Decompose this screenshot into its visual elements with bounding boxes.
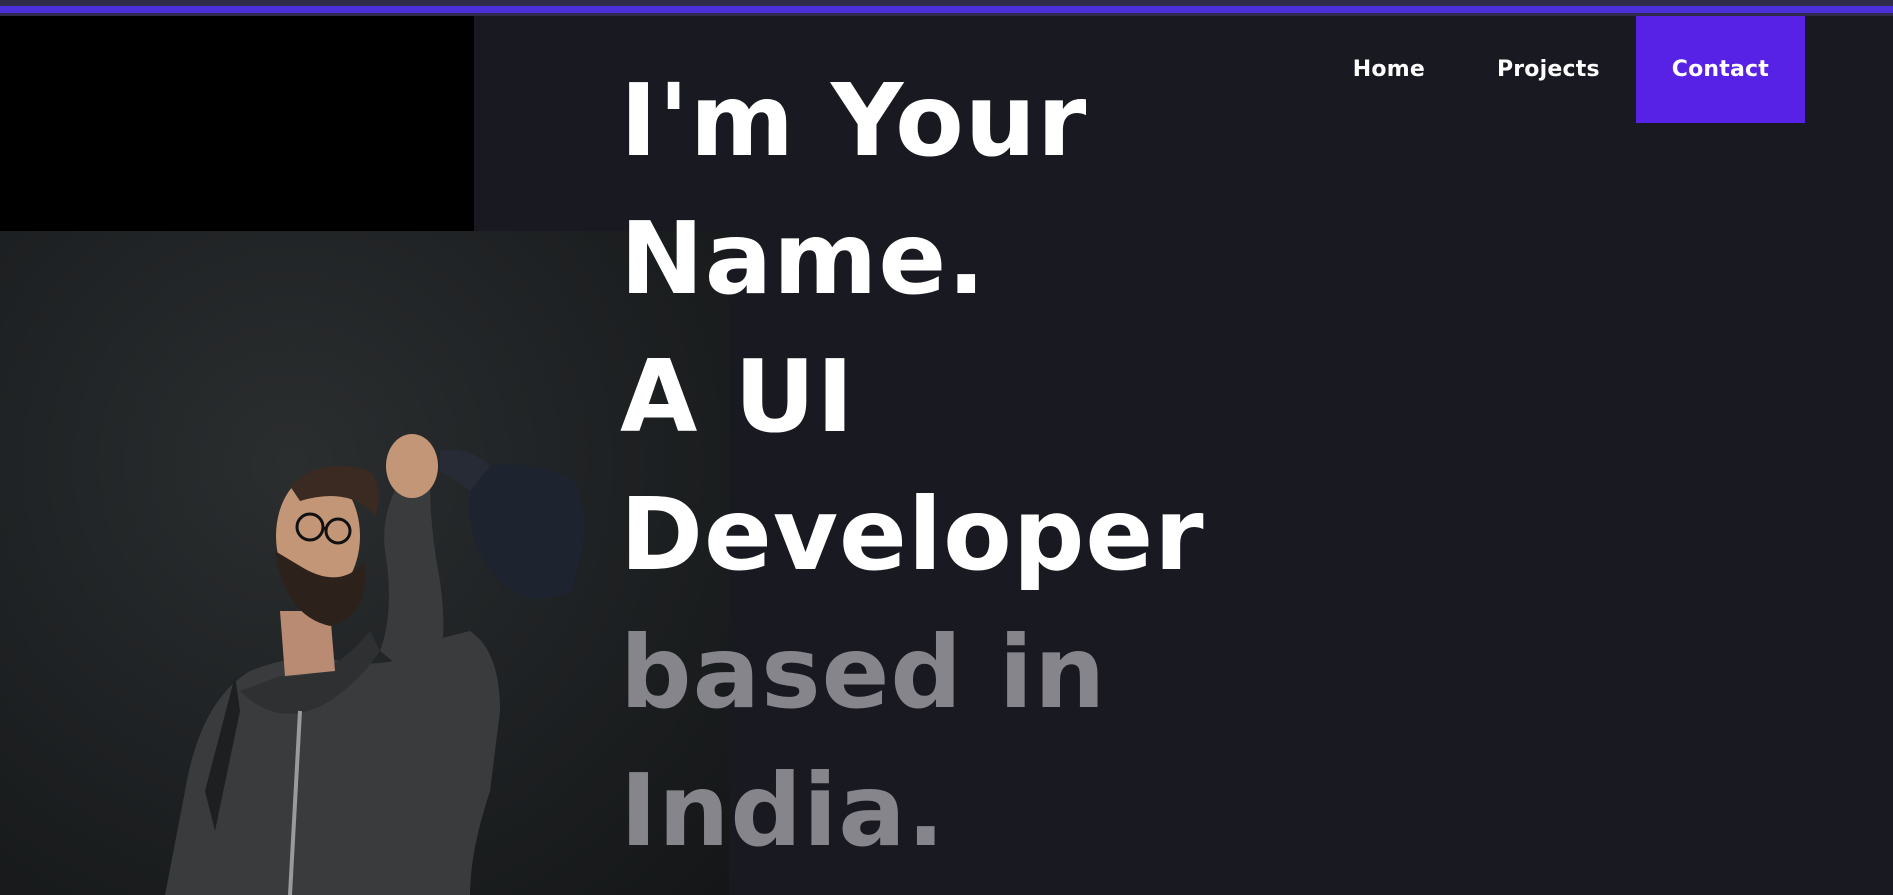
hero-line-4: Developer	[620, 476, 1205, 593]
logo-block	[0, 16, 474, 231]
top-accent-bar	[0, 0, 1893, 16]
page: Home Projects Contact I'm Your Name. A U…	[0, 0, 1893, 895]
nav-home-link[interactable]: Home	[1317, 16, 1461, 123]
hero-line-2: Name.	[620, 200, 987, 317]
hero-heading: I'm Your Name. A UI Developer based in I…	[620, 52, 1205, 880]
accent-line	[0, 6, 1893, 13]
nav-contact-button[interactable]: Contact	[1635, 16, 1805, 123]
hero-line-5: based in	[620, 614, 1107, 731]
main-nav: Home Projects Contact	[1317, 16, 1805, 123]
hero-line-6: India.	[620, 752, 946, 869]
hero-line-1: I'm Your	[620, 62, 1088, 179]
nav-projects-link[interactable]: Projects	[1461, 16, 1636, 123]
hero-line-3: A UI	[620, 338, 855, 455]
